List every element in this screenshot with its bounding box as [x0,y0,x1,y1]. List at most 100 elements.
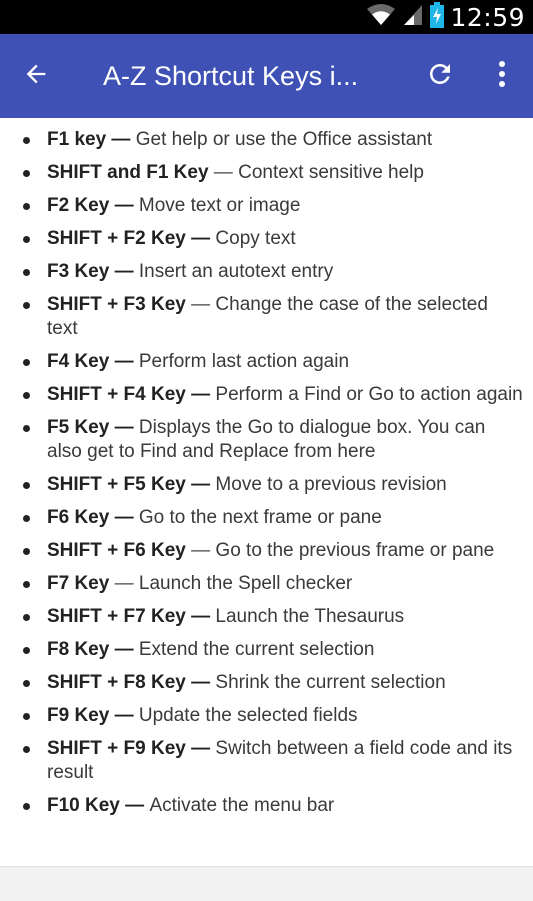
shortcut-key: SHIFT and F1 Key [47,162,209,183]
bullet-dot [23,548,30,555]
shortcut-description: Context sensitive help [238,162,424,183]
separator: — [185,474,216,495]
separator: — [109,351,139,372]
separator: — [185,540,216,561]
app-bar: A-Z Shortcut Keys i... [0,34,533,118]
signal-icon [402,3,424,32]
battery-charging-icon [430,1,445,33]
bullet-dot [23,713,30,720]
shortcut-key: F8 Key [47,639,110,660]
wifi-icon [366,3,396,32]
list-item: SHIFT + F6 Key — Go to the previous fram… [0,539,533,563]
list-item: F1 key — Get help or use the Office assi… [0,128,533,152]
shortcut-key: F10 Key [47,795,120,816]
shortcut-key: SHIFT + F6 Key [47,540,186,561]
bullet-dot [23,425,30,432]
separator: — [185,294,216,315]
bullet-dot [23,203,30,210]
shortcut-description: Move text or image [138,195,301,216]
separator: — [208,162,239,183]
separator: — [185,606,216,627]
bottom-bar [0,866,533,901]
shortcut-description: Perform a Find or Go to action again [215,384,523,405]
bullet-dot [23,392,30,399]
shortcut-description: Extend the current selection [138,639,375,660]
separator: — [109,639,139,660]
separator: — [109,573,139,594]
bullet-dot [23,647,30,654]
shortcut-key: F3 Key [47,261,110,282]
bullet-dot [23,302,30,309]
separator: — [109,195,139,216]
list-item: F9 Key — Update the selected fields [0,704,533,728]
list-item: F6 Key — Go to the next frame or pane [0,506,533,530]
shortcut-key: F6 Key [47,507,110,528]
bullet-dot [23,746,30,753]
bullet-dot [23,803,30,810]
shortcut-description: Update the selected fields [138,705,358,726]
bullet-dot [23,137,30,144]
status-clock: 12:59 [450,2,525,32]
list-item: SHIFT + F4 Key — Perform a Find or Go to… [0,383,533,407]
separator: — [185,384,216,405]
bullet-dot [23,170,30,177]
bullet-dot [23,614,30,621]
bullet-dot [23,269,30,276]
shortcut-description: Perform last action again [138,351,350,372]
shortcut-description: Copy text [215,228,296,249]
list-item: F3 Key — Insert an autotext entry [0,260,533,284]
list-item: F4 Key — Perform last action again [0,350,533,374]
list-item: SHIFT + F8 Key — Shrink the current sele… [0,671,533,695]
bullet-dot [23,581,30,588]
shortcut-description: Move to a previous revision [215,474,447,495]
shortcut-key: SHIFT + F5 Key [47,474,186,495]
shortcut-key: F9 Key [47,705,110,726]
shortcut-description: Insert an autotext entry [138,261,334,282]
shortcut-key: SHIFT + F4 Key [47,384,186,405]
more-vert-icon [498,60,506,93]
separator: — [109,261,139,282]
more-options-button[interactable] [482,56,522,96]
shortcut-description: Go to the next frame or pane [138,507,382,528]
shortcut-key: SHIFT + F2 Key [47,228,186,249]
bullet-dot [23,482,30,489]
separator: — [185,228,216,249]
bullet-dot [23,236,30,243]
separator: — [109,417,139,438]
shortcut-description: Go to the previous frame or pane [215,540,495,561]
back-button[interactable] [16,56,56,96]
shortcut-key: F1 key [47,129,107,150]
shortcut-content[interactable]: F1 key — Get help or use the Office assi… [0,118,533,866]
separator: — [185,672,216,693]
shortcut-description: Launch the Spell checker [138,573,353,594]
list-item: SHIFT + F9 Key — Switch between a field … [0,737,533,785]
separator: — [109,507,139,528]
list-item: SHIFT + F2 Key — Copy text [0,227,533,251]
status-bar: 12:59 [0,0,533,34]
bullet-dot [23,359,30,366]
list-item: F8 Key — Extend the current selection [0,638,533,662]
list-item: SHIFT + F7 Key — Launch the Thesaurus [0,605,533,629]
shortcut-list: F1 key — Get help or use the Office assi… [0,118,533,818]
list-item: F7 Key — Launch the Spell checker [0,572,533,596]
page-title: A-Z Shortcut Keys i... [103,61,359,91]
list-item: SHIFT + F5 Key — Move to a previous revi… [0,473,533,497]
shortcut-key: F2 Key [47,195,110,216]
shortcut-key: F5 Key [47,417,110,438]
refresh-button[interactable] [420,56,460,96]
status-icons: 12:59 [366,0,525,34]
separator: — [185,738,216,759]
list-item: SHIFT and F1 Key — Context sensitive hel… [0,161,533,185]
shortcut-key: SHIFT + F7 Key [47,606,186,627]
shortcut-key: SHIFT + F9 Key [47,738,186,759]
shortcut-description: Get help or use the Office assistant [135,129,433,150]
list-item: F2 Key — Move text or image [0,194,533,218]
refresh-icon [425,59,455,94]
separator: — [106,129,136,150]
separator: — [119,795,150,816]
shortcut-description: Launch the Thesaurus [215,606,405,627]
shortcut-description: Shrink the current selection [215,672,446,693]
list-item: F5 Key — Displays the Go to dialogue box… [0,416,533,464]
bullet-dot [23,515,30,522]
shortcut-key: SHIFT + F3 Key [47,294,186,315]
